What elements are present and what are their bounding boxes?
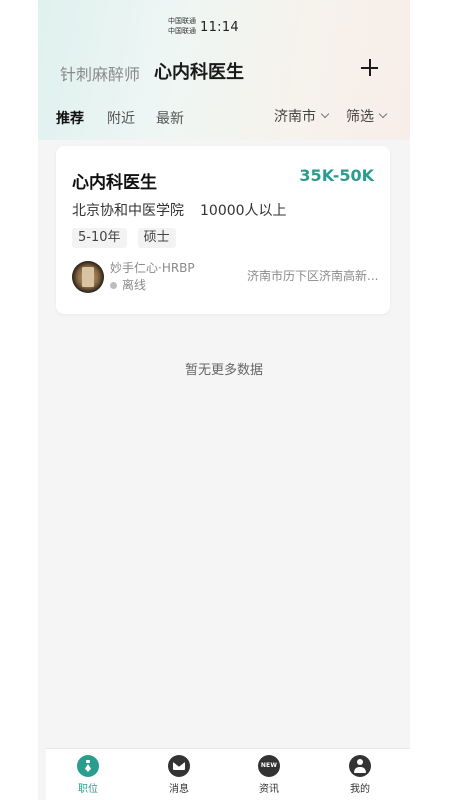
tab-profile-label: 我的 (350, 784, 370, 795)
job-salary: 35K-50K (299, 166, 374, 185)
user-icon (349, 755, 371, 777)
tie-icon (77, 755, 99, 777)
filter-dropdown[interactable]: 筛选 (346, 106, 388, 126)
app-screen: 中国联通 中国联通 11:14 针刺麻醉师 心内科医生 推荐 附近 最新 济南市… (38, 0, 410, 800)
tag-education: 硕士 (137, 228, 176, 248)
filter-row: 推荐 附近 最新 济南市 筛选 (38, 104, 410, 128)
tab-jobs-label: 职位 (78, 784, 98, 795)
phone-frame: 中国联通 中国联通 11:14 针刺麻醉师 心内科医生 推荐 附近 最新 济南市… (0, 0, 450, 800)
avatar (72, 261, 104, 293)
filter-dropdown-label: 筛选 (346, 109, 374, 125)
header-tab-inactive[interactable]: 针刺麻醉师 (60, 61, 140, 85)
tag-experience: 5-10年 (72, 228, 127, 248)
chevron-down-icon (378, 109, 388, 119)
status-bar: 中国联通 中国联通 11:14 (38, 14, 410, 40)
filter-tab-nearby[interactable]: 附近 (107, 108, 135, 128)
bottom-tab-bar: 职位 消息 NEW 资讯 我的 (46, 748, 410, 800)
carrier-label-2: 中国联通 (168, 27, 196, 35)
city-dropdown-label: 济南市 (274, 109, 316, 125)
offline-dot-icon (110, 282, 117, 289)
company-name: 北京协和中医学院 (72, 203, 184, 219)
company-info: 北京协和中医学院 10000人以上 (72, 200, 287, 220)
tab-messages-label: 消息 (169, 784, 189, 795)
carrier-info: 中国联通 中国联通 (168, 16, 196, 36)
no-more-data-text: 暂无更多数据 (184, 363, 263, 378)
tab-news-label: 资讯 (259, 784, 279, 795)
recruiter-info: 妙手仁心·HRBP 离线 济南市历下区济南高新... (72, 261, 379, 295)
company-size: 10000人以上 (200, 203, 287, 219)
tab-messages[interactable]: 消息 (149, 755, 209, 795)
tab-profile[interactable]: 我的 (330, 755, 390, 795)
chevron-down-icon (320, 109, 330, 119)
carrier-label-1: 中国联通 (168, 17, 196, 25)
recruiter-name: 妙手仁心·HRBP (110, 261, 195, 275)
recruiter-status-label: 离线 (122, 278, 147, 292)
filter-tab-recommend[interactable]: 推荐 (56, 108, 84, 128)
mail-icon (168, 755, 190, 777)
recruiter-status: 离线 (110, 276, 146, 293)
job-card[interactable]: 心内科医生 35K-50K 北京协和中医学院 10000人以上 5-10年 硕士 … (56, 146, 390, 314)
filter-tab-latest[interactable]: 最新 (156, 108, 184, 128)
job-address: 济南市历下区济南高新... (247, 269, 379, 283)
news-icon: NEW (258, 755, 280, 777)
tab-jobs[interactable]: 职位 (58, 755, 118, 795)
city-dropdown[interactable]: 济南市 (274, 106, 330, 126)
header-tab-active[interactable]: 心内科医生 (154, 58, 244, 84)
header-title-row: 针刺麻醉师 心内科医生 (38, 58, 410, 84)
job-title: 心内科医生 (72, 173, 157, 193)
plus-icon[interactable] (358, 56, 382, 80)
tab-news[interactable]: NEW 资讯 (239, 755, 299, 795)
status-time: 11:14 (200, 20, 239, 35)
job-tags: 5-10年 硕士 (72, 226, 182, 248)
